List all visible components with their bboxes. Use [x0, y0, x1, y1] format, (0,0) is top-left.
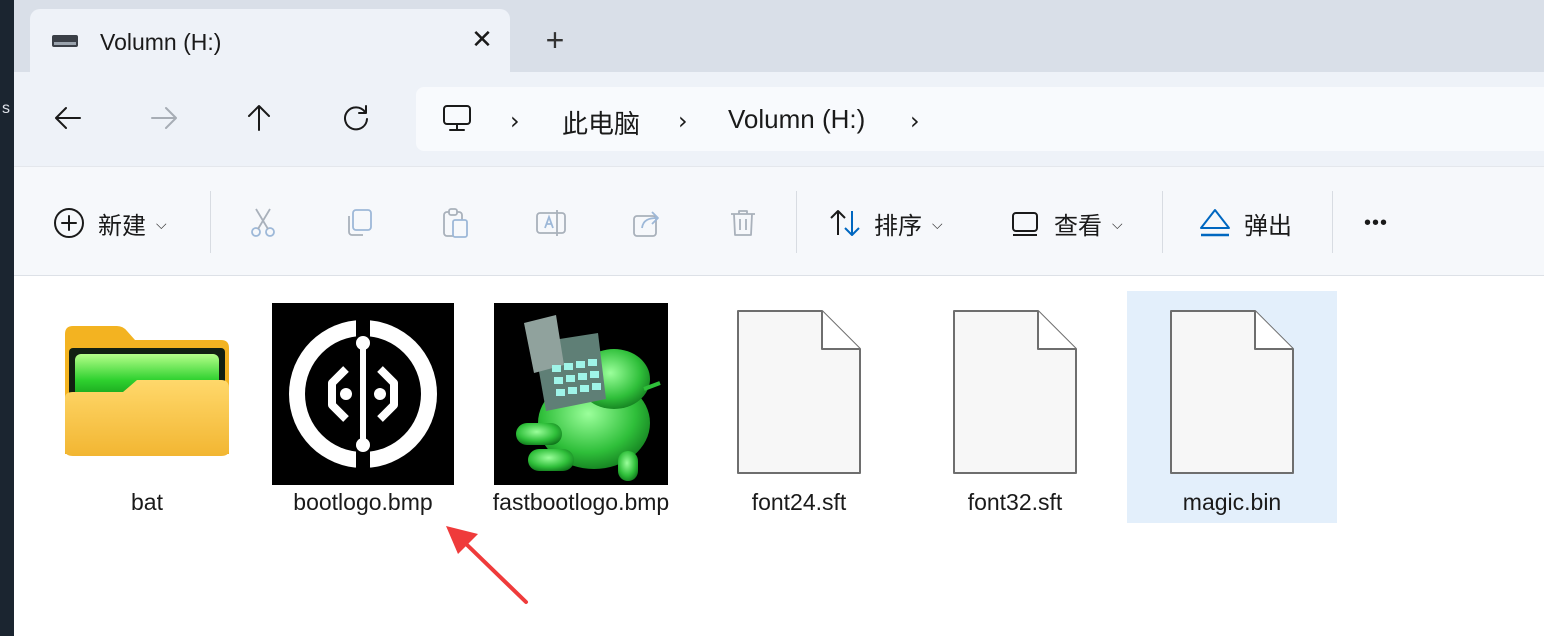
- drive-icon: [52, 35, 78, 47]
- file-item-bat[interactable]: bat: [42, 291, 252, 523]
- title-bar: Volumn (H:) ✕ +: [14, 0, 1544, 72]
- this-pc-icon[interactable]: [442, 103, 472, 133]
- arrow-right-icon: [151, 107, 177, 129]
- file-name: bat: [131, 489, 163, 515]
- more-options-button[interactable]: •••: [1364, 203, 1388, 243]
- blank-file-icon: [910, 299, 1120, 485]
- file-name: font32.sft: [967, 489, 1063, 515]
- eject-button[interactable]: 弹出: [1198, 203, 1292, 243]
- copy-button[interactable]: [342, 203, 376, 243]
- chevron-down-icon: ⌵: [1112, 215, 1123, 232]
- command-bar: 新建 ⌵ 排序 ⌵ 查看 ⌵ 弹出 •••: [14, 166, 1544, 276]
- paste-button[interactable]: [438, 203, 472, 243]
- file-item-fastbootlogo[interactable]: fastbootlogo.bmp: [476, 291, 686, 523]
- breadcrumb-separator-icon[interactable]: ›: [510, 107, 520, 135]
- image-thumbnail-icon: [476, 299, 686, 485]
- file-name: bootlogo.bmp: [293, 489, 433, 515]
- rename-button[interactable]: [534, 203, 568, 243]
- rename-icon: [534, 206, 568, 240]
- chevron-down-icon: ⌵: [932, 215, 943, 232]
- file-name: font24.sft: [751, 489, 847, 515]
- view-icon: [1008, 206, 1042, 240]
- refresh-icon: [344, 105, 368, 131]
- trash-icon: [726, 206, 760, 240]
- cut-button[interactable]: [246, 203, 280, 243]
- file-name: fastbootlogo.bmp: [492, 489, 670, 515]
- share-button[interactable]: [630, 203, 664, 243]
- close-tab-icon[interactable]: ✕: [468, 25, 496, 53]
- refresh-button[interactable]: [338, 100, 374, 136]
- breadcrumb-volumn-h[interactable]: Volumn (H:): [728, 104, 865, 135]
- file-explorer-window: s Volumn (H:) ✕ + › 此电脑 › Volumn (H:) › …: [0, 0, 1544, 636]
- arrow-left-icon: [55, 107, 81, 129]
- folder-icon: [42, 299, 252, 485]
- background-window-strip: s: [0, 0, 14, 636]
- toolbar-divider: [1162, 191, 1163, 253]
- view-label: 查看: [1054, 212, 1102, 240]
- new-button[interactable]: 新建 ⌵: [52, 203, 167, 243]
- eject-label: 弹出: [1244, 212, 1292, 240]
- toolbar-divider: [796, 191, 797, 253]
- sort-label: 排序: [874, 212, 922, 240]
- eject-icon: [1198, 206, 1232, 240]
- clipboard-icon: [438, 206, 472, 240]
- blank-file-icon: [694, 299, 904, 485]
- breadcrumb-separator-icon[interactable]: ›: [678, 107, 688, 135]
- new-label: 新建: [98, 212, 146, 240]
- navigation-bar: › 此电脑 › Volumn (H:) ›: [14, 72, 1544, 166]
- toolbar-divider: [1332, 191, 1333, 253]
- sort-icon: [828, 206, 862, 240]
- new-tab-button[interactable]: +: [540, 24, 570, 56]
- sort-button[interactable]: 排序 ⌵: [828, 203, 943, 243]
- more-icon: •••: [1364, 211, 1389, 234]
- tab-title: Volumn (H:): [100, 29, 222, 55]
- up-button[interactable]: [241, 100, 277, 136]
- arrow-up-icon: [248, 105, 270, 131]
- chevron-down-icon: ⌵: [156, 215, 167, 232]
- file-item-font24[interactable]: font24.sft: [694, 291, 904, 523]
- file-item-magic-bin[interactable]: magic.bin: [1127, 291, 1337, 523]
- file-item-font32[interactable]: font32.sft: [910, 291, 1120, 523]
- file-item-bootlogo[interactable]: bootlogo.bmp: [258, 291, 468, 523]
- blank-file-icon: [1127, 299, 1337, 485]
- plus-circle-icon: [52, 206, 86, 240]
- file-name: magic.bin: [1182, 489, 1282, 515]
- copy-icon: [342, 206, 376, 240]
- back-button[interactable]: [50, 100, 86, 136]
- forward-button[interactable]: [146, 100, 182, 136]
- background-letter: s: [2, 100, 10, 117]
- breadcrumb-separator-icon[interactable]: ›: [910, 107, 920, 135]
- tab-volumn-h[interactable]: Volumn (H:) ✕: [30, 9, 510, 72]
- breadcrumb-this-pc[interactable]: 此电脑: [562, 104, 640, 141]
- image-thumbnail-icon: [258, 299, 468, 485]
- toolbar-divider: [210, 191, 211, 253]
- view-button[interactable]: 查看 ⌵: [1008, 203, 1123, 243]
- address-bar[interactable]: › 此电脑 › Volumn (H:) ›: [416, 87, 1544, 151]
- scissors-icon: [246, 206, 280, 240]
- file-list: bat bootlogo.bmp fastbootlogo.bmp font24…: [14, 277, 1544, 636]
- share-icon: [630, 206, 664, 240]
- delete-button[interactable]: [726, 203, 760, 243]
